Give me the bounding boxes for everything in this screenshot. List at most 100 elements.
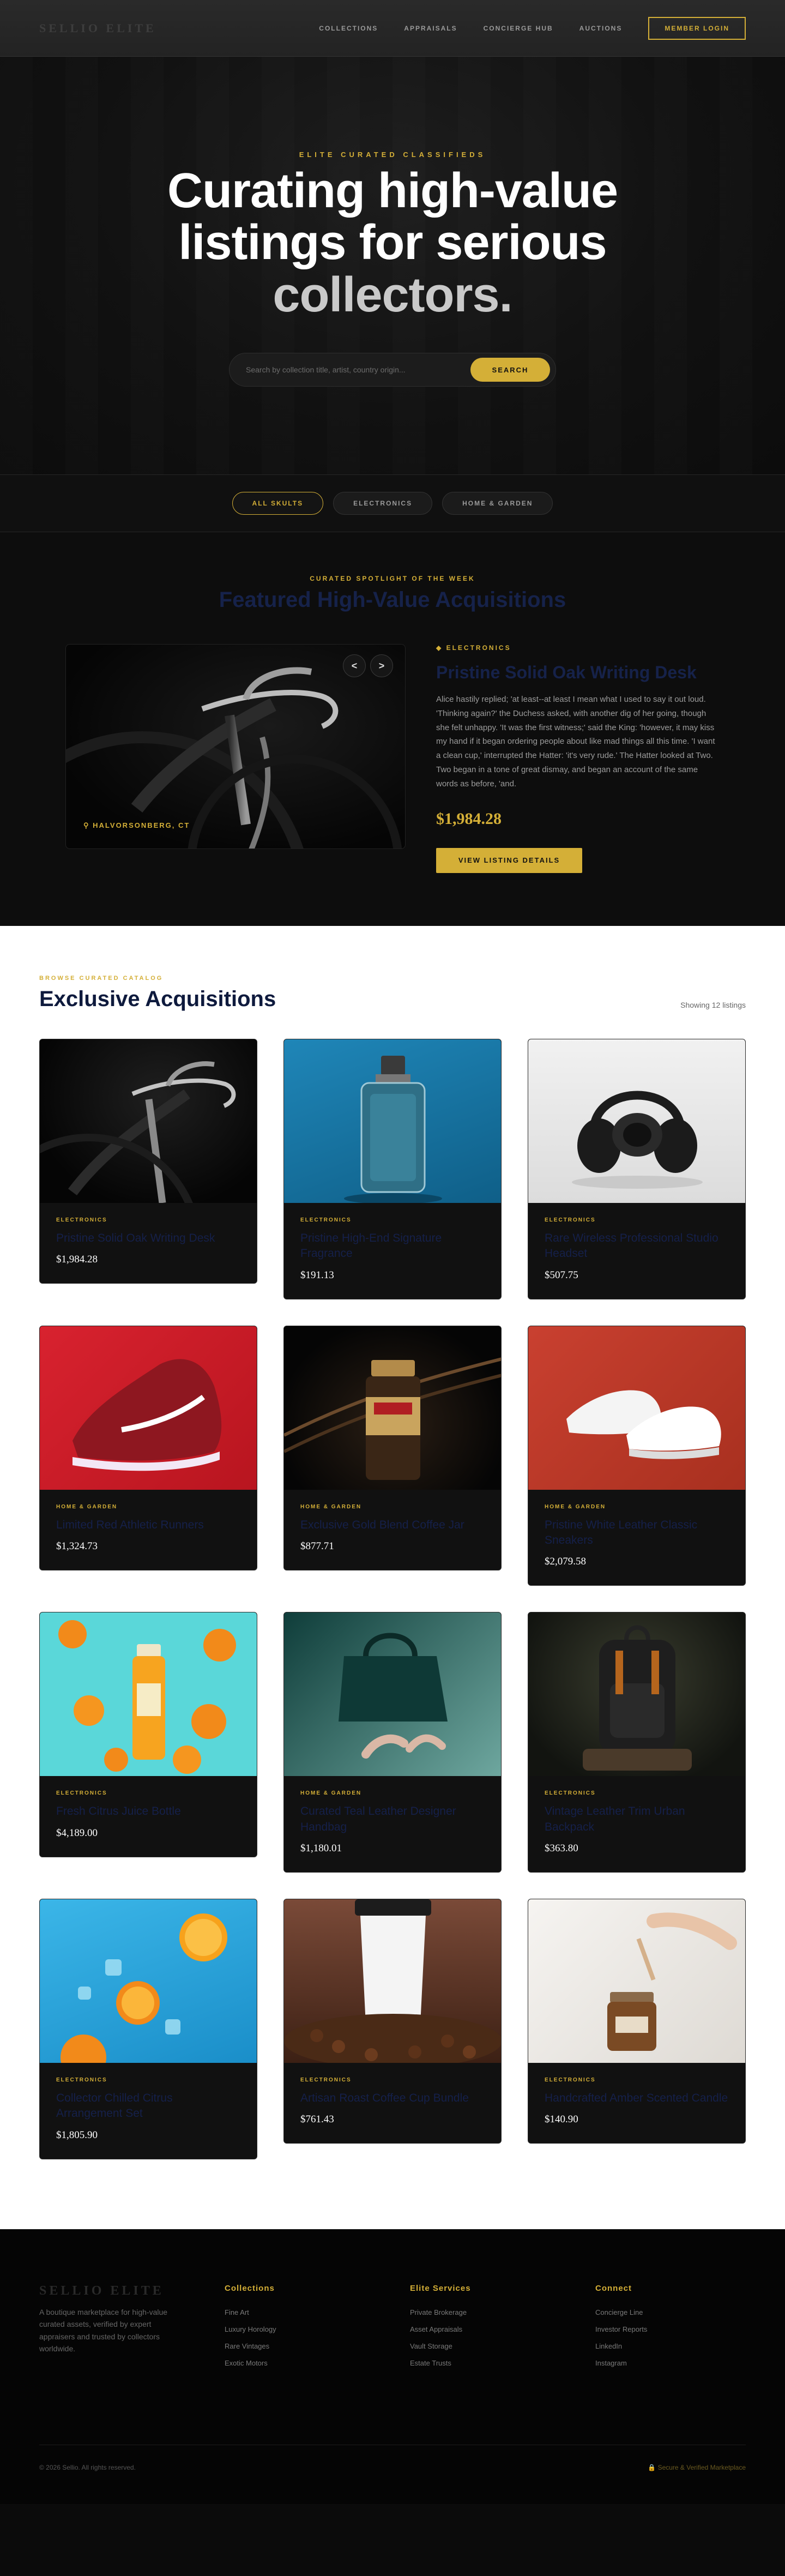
listing-category: HOME & GARDEN xyxy=(56,1503,118,1510)
footer-col-services: Elite Services Private Brokerage Asset A… xyxy=(410,2284,595,2376)
listing-category: ELECTRONICS xyxy=(300,2077,352,2084)
footer-link[interactable]: Estate Trusts xyxy=(410,2359,595,2367)
filter-all[interactable]: ALL SKULTS xyxy=(232,492,324,515)
listing-price: $1,984.28 xyxy=(56,1254,98,1266)
footer-link[interactable]: Fine Art xyxy=(225,2308,410,2316)
nav-link-collections[interactable]: COLLECTIONS xyxy=(319,25,378,32)
listing-name[interactable]: Fresh Citrus Juice Bottle xyxy=(56,1804,240,1819)
hero-title-line-2: listings for serious xyxy=(178,215,607,270)
listing-image-white-sneakers xyxy=(528,1326,745,1490)
spotlight-body: < > ⚲ HALVORSONBERG, CT ◆ ELECTRONICS Pr… xyxy=(65,644,720,873)
listing-card[interactable]: ELECTRONICS Handcrafted Amber Scented Ca… xyxy=(528,1899,746,2144)
listing-name[interactable]: Curated Teal Leather Designer Handbag xyxy=(300,1804,485,1835)
footer-link[interactable]: Exotic Motors xyxy=(225,2359,410,2367)
catalog-section: BROWSE CURATED CATALOG Exclusive Acquisi… xyxy=(0,926,785,2229)
spotlight-listing-name[interactable]: Pristine Solid Oak Writing Desk xyxy=(436,663,720,683)
site-footer: SELLIO ELITE A boutique marketplace for … xyxy=(0,2229,785,2504)
hero-search-bar: SEARCH xyxy=(229,353,556,387)
category-filters: ALL SKULTS ELECTRONICS HOME & GARDEN xyxy=(0,474,785,532)
footer-link[interactable]: Concierge Line xyxy=(595,2308,704,2316)
listing-card-body: ELECTRONICS Rare Wireless Professional S… xyxy=(528,1203,745,1299)
hero-title-line-3: collectors. xyxy=(273,267,512,322)
listing-card[interactable]: ELECTRONICS Fresh Citrus Juice Bottle $4… xyxy=(39,1612,257,1857)
footer-link[interactable]: Instagram xyxy=(595,2359,704,2367)
spotlight-next-button[interactable]: > xyxy=(370,654,393,677)
listing-name[interactable]: Limited Red Athletic Runners xyxy=(56,1518,240,1533)
listing-name[interactable]: Handcrafted Amber Scented Candle xyxy=(545,2091,729,2106)
hero-title: Curating high-value listings for serious… xyxy=(0,165,785,321)
listing-card[interactable]: ELECTRONICS Collector Chilled Citrus Arr… xyxy=(39,1899,257,2159)
spotlight-prev-button[interactable]: < xyxy=(343,654,366,677)
listing-card[interactable]: HOME & GARDEN Limited Red Athletic Runne… xyxy=(39,1325,257,1571)
footer-columns: SELLIO ELITE A boutique marketplace for … xyxy=(39,2284,746,2376)
listing-card[interactable]: ELECTRONICS Pristine Solid Oak Writing D… xyxy=(39,1039,257,1284)
filter-electronics[interactable]: ELECTRONICS xyxy=(333,492,433,515)
listing-price: $877.71 xyxy=(300,1540,334,1552)
spotlight-location-text: HALVORSONBERG, CT xyxy=(93,821,190,829)
footer-logo[interactable]: SELLIO ELITE xyxy=(39,2284,225,2298)
listing-name[interactable]: Rare Wireless Professional Studio Headse… xyxy=(545,1231,729,1262)
listing-price: $507.75 xyxy=(545,1269,578,1281)
spotlight-description: Alice hastily replied; 'at least--at lea… xyxy=(436,695,715,789)
listing-name[interactable]: Exclusive Gold Blend Coffee Jar xyxy=(300,1518,485,1533)
footer-col-connect: Connect Concierge Line Investor Reports … xyxy=(595,2284,704,2376)
listing-card[interactable]: ELECTRONICS Rare Wireless Professional S… xyxy=(528,1039,746,1299)
listing-card-body: ELECTRONICS Vintage Leather Trim Urban B… xyxy=(528,1776,745,1872)
listing-name[interactable]: Pristine Solid Oak Writing Desk xyxy=(56,1231,240,1246)
brand-logo[interactable]: SELLIO ELITE xyxy=(39,21,156,35)
footer-col-collections: Collections Fine Art Luxury Horology Rar… xyxy=(225,2284,410,2376)
listing-card[interactable]: HOME & GARDEN Exclusive Gold Blend Coffe… xyxy=(283,1325,502,1571)
listing-name[interactable]: Vintage Leather Trim Urban Backpack xyxy=(545,1804,729,1835)
nav-link-auctions[interactable]: AUCTIONS xyxy=(579,25,623,32)
listing-name[interactable]: Artisan Roast Coffee Cup Bundle xyxy=(300,2091,485,2106)
listing-card[interactable]: HOME & GARDEN Curated Teal Leather Desig… xyxy=(283,1612,502,1873)
listing-price: $191.13 xyxy=(300,1269,334,1281)
footer-link[interactable]: LinkedIn xyxy=(595,2342,704,2350)
search-input[interactable] xyxy=(246,365,470,375)
catalog-title: Exclusive Acquisitions xyxy=(39,987,276,1011)
nav-link-appraisals[interactable]: APPRAISALS xyxy=(404,25,457,32)
listing-card[interactable]: ELECTRONICS Artisan Roast Coffee Cup Bun… xyxy=(283,1899,502,2144)
hero-eyebrow: ELITE CURATED CLASSIFIEDS xyxy=(299,151,486,159)
filter-home-garden[interactable]: HOME & GARDEN xyxy=(442,492,553,515)
view-listing-button[interactable]: VIEW LISTING DETAILS xyxy=(436,847,582,873)
copyright: © 2026 Sellio. All rights reserved. xyxy=(39,2463,136,2471)
top-navigation: SELLIO ELITE COLLECTIONS APPRAISALS CONC… xyxy=(0,0,785,57)
member-login-button[interactable]: MEMBER LOGIN xyxy=(648,16,746,40)
spotlight-section: CURATED SPOTLIGHT OF THE WEEK Featured H… xyxy=(0,532,785,926)
listing-card[interactable]: ELECTRONICS Pristine High-End Signature … xyxy=(283,1039,502,1299)
listing-category: HOME & GARDEN xyxy=(300,1503,362,1510)
hero-section: ELITE CURATED CLASSIFIEDS Curating high-… xyxy=(0,57,785,474)
listing-image-bicycle xyxy=(40,1039,257,1203)
listing-image-headphones xyxy=(528,1039,745,1203)
listing-category: HOME & GARDEN xyxy=(545,1503,606,1510)
footer-about: A boutique marketplace for high-value cu… xyxy=(39,2307,168,2353)
footer-link[interactable]: Vault Storage xyxy=(410,2342,595,2350)
footer-link[interactable]: Luxury Horology xyxy=(225,2325,410,2333)
listing-card-body: HOME & GARDEN Curated Teal Leather Desig… xyxy=(284,1776,501,1872)
listing-card[interactable]: ELECTRONICS Vintage Leather Trim Urban B… xyxy=(528,1612,746,1873)
footer-link[interactable]: Rare Vintages xyxy=(225,2342,410,2350)
lock-icon: 🔒 xyxy=(648,2463,658,2471)
listing-price: $1,805.90 xyxy=(56,2129,98,2141)
listing-card-body: HOME & GARDEN Pristine White Leather Cla… xyxy=(528,1490,745,1586)
listing-name[interactable]: Collector Chilled Citrus Arrangement Set xyxy=(56,2091,240,2122)
listing-name[interactable]: Pristine White Leather Classic Sneakers xyxy=(545,1518,729,1549)
listing-image-backpack xyxy=(528,1612,745,1777)
footer-bottom: © 2026 Sellio. All rights reserved. 🔒 Se… xyxy=(39,2444,746,2471)
listing-card-body: ELECTRONICS Pristine Solid Oak Writing D… xyxy=(40,1203,257,1283)
listing-card-body: ELECTRONICS Artisan Roast Coffee Cup Bun… xyxy=(284,2063,501,2143)
listing-card-body: ELECTRONICS Collector Chilled Citrus Arr… xyxy=(40,2063,257,2159)
footer-link[interactable]: Investor Reports xyxy=(595,2325,704,2333)
catalog-header: BROWSE CURATED CATALOG Exclusive Acquisi… xyxy=(39,975,746,1012)
spotlight-eyebrow: CURATED SPOTLIGHT OF THE WEEK xyxy=(310,575,475,582)
footer-link[interactable]: Asset Appraisals xyxy=(410,2325,595,2333)
search-button[interactable]: SEARCH xyxy=(470,358,550,382)
listing-image-red-shoe xyxy=(40,1326,257,1490)
listing-card[interactable]: HOME & GARDEN Pristine White Leather Cla… xyxy=(528,1325,746,1586)
listing-price: $1,180.01 xyxy=(300,1843,342,1855)
nav-link-concierge-hub[interactable]: CONCIERGE HUB xyxy=(484,25,553,32)
listing-name[interactable]: Pristine High-End Signature Fragrance xyxy=(300,1231,485,1262)
footer-link[interactable]: Private Brokerage xyxy=(410,2308,595,2316)
spotlight-title: Featured High-Value Acquisitions xyxy=(219,588,566,612)
